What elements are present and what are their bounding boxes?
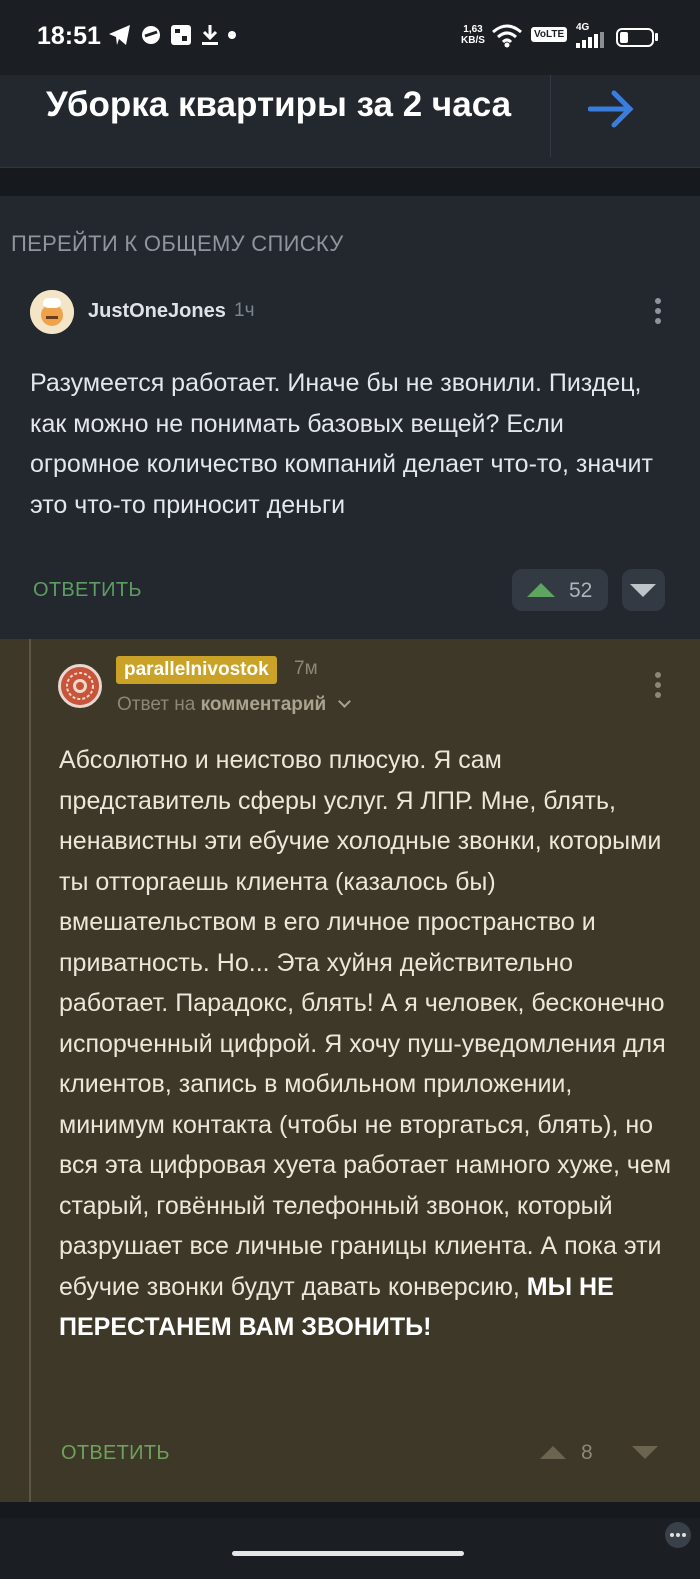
battery-cap xyxy=(655,33,658,41)
banner-title: Уборка квартиры за 2 часа xyxy=(46,85,512,124)
status-time: 18:51 xyxy=(37,22,101,50)
section-divider xyxy=(0,1502,700,1518)
section-divider xyxy=(0,168,700,196)
thread-line[interactable] xyxy=(29,639,31,1502)
reply-button[interactable]: ОТВЕТИТЬ xyxy=(61,1442,170,1465)
avatar-seal-icon xyxy=(61,667,99,705)
comment-author[interactable]: JustOneJones xyxy=(88,300,226,323)
comment-time: 1ч xyxy=(234,300,255,321)
battery-icon xyxy=(616,28,654,47)
banner-divider xyxy=(550,75,551,157)
comment-text: Разумеется работает. Иначе бы не звонили… xyxy=(30,369,653,519)
comment-text-body: Абсолютно и неистово плюсую. Я сам предс… xyxy=(59,746,672,1301)
avatar-chef-icon xyxy=(30,290,74,334)
rating-count: 52 xyxy=(569,579,593,602)
promo-banner[interactable]: Уборка квартиры за 2 часа xyxy=(0,75,700,168)
net-speed-value: 1,63 xyxy=(463,24,483,35)
volte-badge: VoLTE xyxy=(531,27,568,42)
navigation-bar xyxy=(0,1518,700,1579)
upvote-icon[interactable] xyxy=(540,1446,566,1459)
comment-author-badge[interactable]: parallelnivostok xyxy=(116,656,277,684)
notification-icons xyxy=(108,24,236,46)
reply-button[interactable]: ОТВЕТИТЬ xyxy=(33,579,142,602)
net-speed: 1,63 KB/S xyxy=(458,24,488,46)
rating-count: 8 xyxy=(581,1441,593,1464)
signal-icon xyxy=(576,32,604,48)
upvote-icon xyxy=(527,583,555,597)
home-indicator[interactable] xyxy=(232,1551,464,1556)
reply-to-target: комментарий xyxy=(200,694,327,715)
status-bar: 18:51 1,63 KB/S VoLTE 4G xyxy=(0,0,700,75)
more-options-icon[interactable] xyxy=(646,670,670,700)
avatar[interactable] xyxy=(30,290,74,334)
dot-icon xyxy=(228,31,236,39)
chevron-down-icon xyxy=(337,695,351,708)
comment-time: 7м xyxy=(294,658,318,679)
more-options-icon[interactable] xyxy=(646,296,670,326)
more-menu-icon[interactable] xyxy=(665,1522,691,1548)
avatar[interactable] xyxy=(58,664,102,708)
app-icon xyxy=(142,26,160,44)
upvote-button[interactable]: 52 xyxy=(512,569,608,611)
net-speed-unit: KB/S xyxy=(461,35,485,46)
downvote-icon[interactable] xyxy=(632,1446,658,1459)
arrow-right-icon[interactable] xyxy=(588,89,634,129)
goto-list-link[interactable]: ПЕРЕЙТИ К ОБЩЕМУ СПИСКУ xyxy=(11,231,344,257)
downvote-button[interactable] xyxy=(622,569,665,611)
reply-to-link[interactable]: Ответ на комментарий xyxy=(117,694,351,716)
comment-text: Абсолютно и неистово плюсую. Я сам предс… xyxy=(59,740,674,1348)
reply-to-prefix: Ответ на xyxy=(117,694,196,715)
downvote-icon xyxy=(630,584,656,597)
gallery-icon xyxy=(171,25,191,45)
wifi-icon xyxy=(492,24,522,48)
telegram-icon xyxy=(109,25,130,45)
download-icon xyxy=(202,25,218,45)
